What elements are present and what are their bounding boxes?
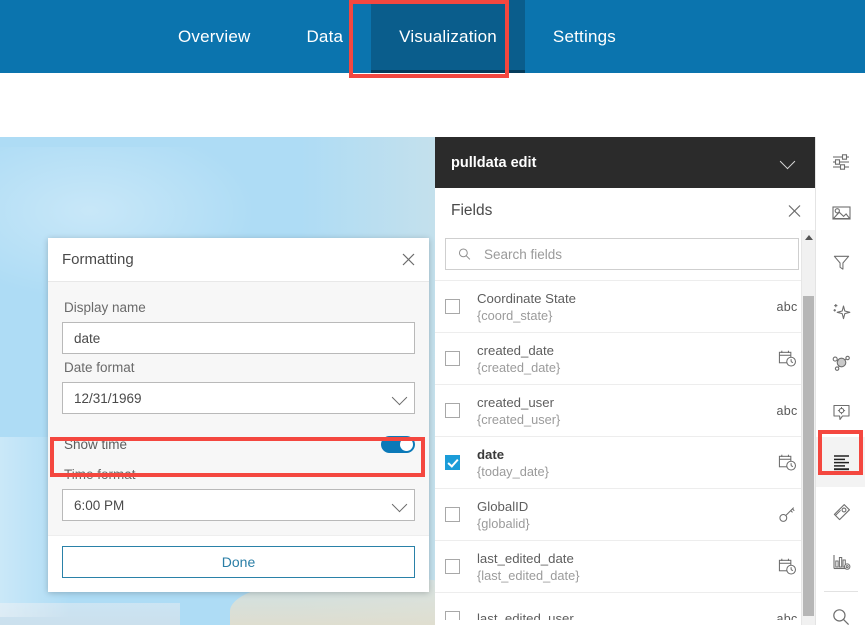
fields-list-icon[interactable] (816, 437, 865, 487)
chevron-down-icon (392, 390, 408, 406)
search-icon (458, 248, 471, 261)
top-navigation-bar: Overview Data Visualization Settings (0, 0, 865, 73)
field-name: last_edited_user (477, 610, 767, 620)
field-name: Coordinate State (477, 290, 767, 307)
field-checkbox[interactable] (445, 403, 460, 418)
network-molecule-icon[interactable] (816, 337, 865, 387)
fields-panel-header: Fields (435, 188, 815, 234)
field-type-label: abc (776, 300, 797, 314)
table-row[interactable]: last_edited_user abc (435, 593, 815, 620)
nav-spacer (0, 73, 865, 137)
fields-scrollbar[interactable] (801, 230, 815, 625)
tool-rail (815, 137, 865, 625)
field-name: created_date (477, 342, 767, 359)
field-alias: {globalid} (477, 515, 767, 532)
table-row[interactable]: GlobalID {globalid} (435, 489, 815, 541)
field-checkbox[interactable] (445, 351, 460, 366)
sliders-settings-icon[interactable] (816, 137, 865, 187)
fields-panel: pulldata edit Fields Search fi (435, 137, 815, 625)
app-root: Overview Data Visualization Settings For… (0, 0, 865, 625)
field-checkbox[interactable] (445, 507, 460, 522)
search-input[interactable]: Search fields (445, 238, 799, 270)
field-alias: {last_edited_date} (477, 567, 767, 584)
search-placeholder: Search fields (484, 247, 562, 262)
nav-tab-visualization[interactable]: Visualization (371, 0, 525, 73)
field-texts: date {today_date} (477, 446, 767, 480)
image-media-icon[interactable] (816, 187, 865, 237)
formatting-panel-title: Formatting (62, 251, 134, 268)
show-time-toggle-knob (400, 438, 413, 451)
show-time-row[interactable]: Show time (62, 427, 415, 461)
field-checkbox[interactable] (445, 611, 460, 620)
date-format-label: Date format (64, 360, 415, 375)
nav-tab-visualization-label: Visualization (399, 27, 497, 47)
show-time-label: Show time (64, 437, 127, 452)
layer-selector-bar[interactable]: pulldata edit (435, 137, 815, 188)
field-checkbox[interactable] (445, 559, 460, 574)
field-name: date (477, 446, 767, 463)
field-checkbox[interactable] (445, 299, 460, 314)
field-type-label: abc (776, 612, 797, 621)
done-button-label: Done (222, 554, 255, 570)
field-name: last_edited_date (477, 550, 767, 567)
scroll-up-arrow-icon[interactable] (802, 230, 815, 244)
formatting-panel-header: Formatting (48, 238, 429, 282)
popup-gear-icon[interactable] (816, 387, 865, 437)
formatting-panel: Formatting Display name date Date format… (48, 238, 429, 592)
field-texts: last_edited_user (477, 610, 767, 620)
display-name-input[interactable]: date (62, 322, 415, 354)
display-name-label: Display name (64, 300, 415, 315)
field-alias: {today_date} (477, 463, 767, 480)
formatting-panel-footer: Done (48, 535, 429, 592)
field-texts: GlobalID {globalid} (477, 498, 767, 532)
fields-panel-title: Fields (451, 202, 492, 220)
layer-title: pulldata edit (451, 155, 536, 171)
nav-tab-overview-label: Overview (178, 27, 250, 47)
done-button[interactable]: Done (62, 546, 415, 578)
nav-tab-data[interactable]: Data (278, 0, 371, 73)
field-alias: {created_user} (477, 411, 767, 428)
chevron-down-icon (392, 497, 408, 513)
field-texts: created_user {created_user} (477, 394, 767, 428)
field-texts: created_date {created_date} (477, 342, 767, 376)
table-row[interactable]: last_edited_date {last_edited_date} (435, 541, 815, 593)
nav-tab-list: Overview Data Visualization Settings (0, 0, 644, 73)
search-icon[interactable] (816, 592, 865, 625)
filter-funnel-icon[interactable] (816, 237, 865, 287)
field-name: GlobalID (477, 498, 767, 515)
nav-tab-settings[interactable]: Settings (525, 0, 644, 73)
field-name: created_user (477, 394, 767, 411)
close-icon[interactable] (397, 249, 419, 271)
chevron-down-icon[interactable] (780, 153, 796, 169)
field-alias: {created_date} (477, 359, 767, 376)
field-texts: last_edited_date {last_edited_date} (477, 550, 767, 584)
nav-tab-settings-label: Settings (553, 27, 616, 47)
scrollbar-thumb[interactable] (803, 296, 814, 616)
nav-tab-data-label: Data (306, 27, 343, 47)
chart-settings-icon[interactable] (816, 537, 865, 587)
field-texts: Coordinate State {coord_state} (477, 290, 767, 324)
field-checkbox[interactable] (445, 455, 460, 470)
time-format-label: Time format (64, 467, 415, 482)
fields-list[interactable]: Coordinate State {coord_state} abc creat… (435, 280, 815, 620)
table-row[interactable]: created_user {created_user} abc (435, 385, 815, 437)
field-alias: {coord_state} (477, 307, 767, 324)
table-row[interactable]: date {today_date} (435, 437, 815, 489)
effects-sparkle-icon[interactable] (816, 287, 865, 337)
nav-tab-overview[interactable]: Overview (150, 0, 278, 73)
date-format-value: 12/31/1969 (74, 391, 142, 406)
field-type-label: abc (776, 404, 797, 418)
labels-tag-icon[interactable] (816, 487, 865, 537)
table-row[interactable]: created_date {created_date} (435, 333, 815, 385)
time-format-select[interactable]: 6:00 PM (62, 489, 415, 521)
show-time-toggle[interactable] (381, 436, 415, 453)
fields-search-wrapper: Search fields (435, 234, 815, 280)
time-format-value: 6:00 PM (74, 498, 124, 513)
formatting-panel-body: Display name date Date format 12/31/1969… (48, 282, 429, 535)
table-row[interactable]: Coordinate State {coord_state} abc (435, 281, 815, 333)
close-icon[interactable] (788, 205, 801, 218)
date-format-select[interactable]: 12/31/1969 (62, 382, 415, 414)
display-name-value: date (74, 331, 100, 346)
